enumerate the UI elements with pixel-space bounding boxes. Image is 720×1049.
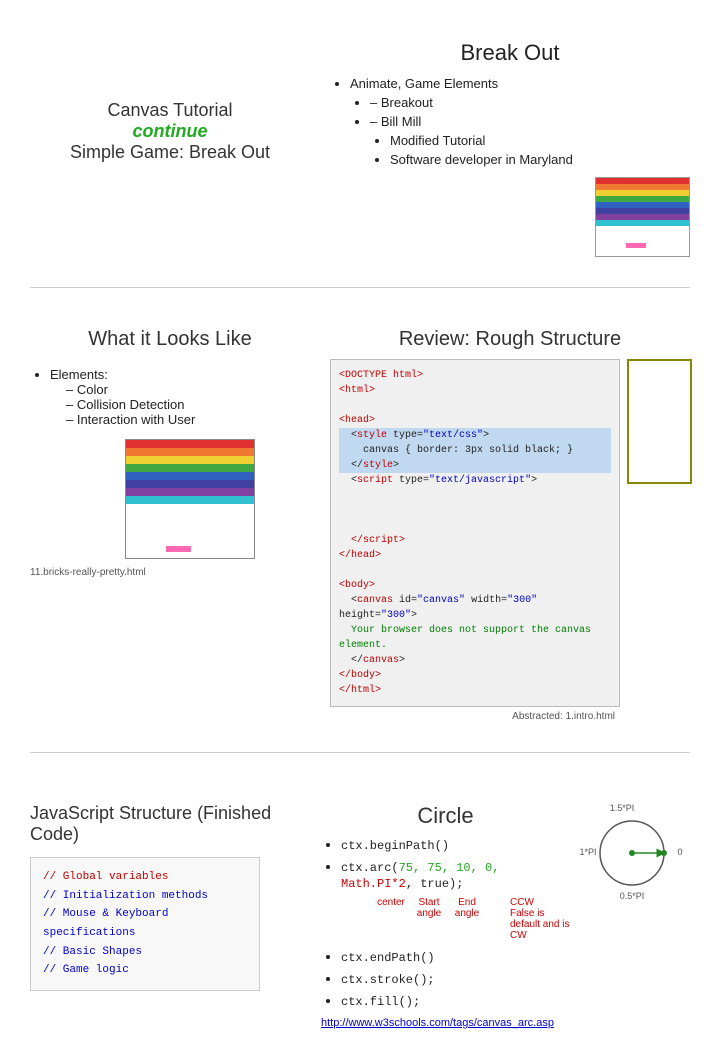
circle-list: ctx.beginPath() ctx.arc(75, 75, 10, 0, M… <box>321 837 570 891</box>
js-structure-title: JavaScript Structure (Finished Code) <box>30 803 301 845</box>
circle-svg: 1.5*PI 1*PI 0 0.5*PI <box>580 803 690 903</box>
canvas-tutorial-label: Canvas Tutorial <box>30 100 310 121</box>
w3schools-link[interactable]: http://www.w3schools.com/tags/canvas_arc… <box>321 1017 570 1029</box>
code-canvas-preview <box>627 359 692 484</box>
comment-2: // Initialization methods <box>43 887 247 906</box>
circle-title: Circle <box>321 803 570 829</box>
svg-text:0: 0 <box>677 847 682 857</box>
comment-3: // Mouse & Keyboard specifications <box>43 905 247 942</box>
top-right: Break Out Animate, Game Elements Breakou… <box>310 40 690 257</box>
filename-note: 11.bricks-really-pretty.html <box>30 567 310 578</box>
elements-item: Elements: Color Collision Detection Inte… <box>50 367 310 427</box>
divider-1 <box>30 287 690 288</box>
comment-1: // Global variables <box>43 868 247 887</box>
start-angle-label: Startangle <box>414 897 444 941</box>
circle-content: Circle ctx.beginPath() ctx.arc(75, 75, 1… <box>321 803 570 1029</box>
end-path-item: ctx.endPath() <box>341 949 570 965</box>
billmill-item: Bill Mill <box>370 114 690 129</box>
bottom-left: JavaScript Structure (Finished Code) // … <box>30 803 301 1029</box>
collision-item: Collision Detection <box>66 397 310 412</box>
continue-label: continue <box>30 121 310 142</box>
breakout-screenshot <box>595 177 690 257</box>
break-out-title: Break Out <box>330 40 690 66</box>
middle-section: What it Looks Like Elements: Color Colli… <box>0 308 720 742</box>
bottom-right: Circle ctx.beginPath() ctx.arc(75, 75, 1… <box>301 803 690 1029</box>
elements-list: Elements: Color Collision Detection Inte… <box>30 367 310 427</box>
circle-list-2: ctx.endPath() ctx.stroke(); ctx.fill(); <box>321 949 570 1009</box>
simple-game-label: Simple Game: Break Out <box>30 142 310 163</box>
fill-item: ctx.fill(); <box>341 993 570 1009</box>
top-left: Canvas Tutorial continue Simple Game: Br… <box>30 40 310 257</box>
center-label: center <box>376 897 406 941</box>
bottom-section: JavaScript Structure (Finished Code) // … <box>0 773 720 1049</box>
middle-left: What it Looks Like Elements: Color Colli… <box>30 328 310 722</box>
software-dev-item: Software developer in Maryland <box>390 152 690 167</box>
svg-text:1*PI: 1*PI <box>580 847 597 857</box>
abstracted-note: Abstracted: 1.intro.html <box>330 711 690 722</box>
end-angle-label: Endangle <box>452 897 482 941</box>
animate-item: Animate, Game Elements <box>350 76 690 91</box>
circle-diagram: 1.5*PI 1*PI 0 0.5*PI <box>580 803 690 906</box>
code-box: <DOCTYPE html> <html> <head> <style type… <box>330 359 620 707</box>
review-title: Review: Rough Structure <box>330 328 690 351</box>
js-code-box: // Global variables // Initialization me… <box>30 857 260 991</box>
svg-text:1.5*PI: 1.5*PI <box>610 803 635 813</box>
stroke-item: ctx.stroke(); <box>341 971 570 987</box>
modified-tutorial-item: Modified Tutorial <box>390 133 690 148</box>
interaction-item: Interaction with User <box>66 412 310 427</box>
breakout-item: Breakout <box>370 95 690 110</box>
ccw-label: CCWFalse is default and is CW <box>490 897 570 941</box>
color-item: Color <box>66 382 310 397</box>
svg-text:0.5*PI: 0.5*PI <box>620 891 645 901</box>
arc-item: ctx.arc(75, 75, 10, 0, Math.PI*2, true); <box>341 859 570 891</box>
what-it-looks-like-title: What it Looks Like <box>30 328 310 351</box>
begin-path-item: ctx.beginPath() <box>341 837 570 853</box>
middle-right: Review: Rough Structure <DOCTYPE html> <… <box>310 328 690 722</box>
divider-2 <box>30 752 690 753</box>
comment-5: // Game logic <box>43 961 247 980</box>
comment-4: // Basic Shapes <box>43 943 247 962</box>
top-section: Canvas Tutorial continue Simple Game: Br… <box>0 0 720 277</box>
game-canvas-preview <box>125 439 255 559</box>
